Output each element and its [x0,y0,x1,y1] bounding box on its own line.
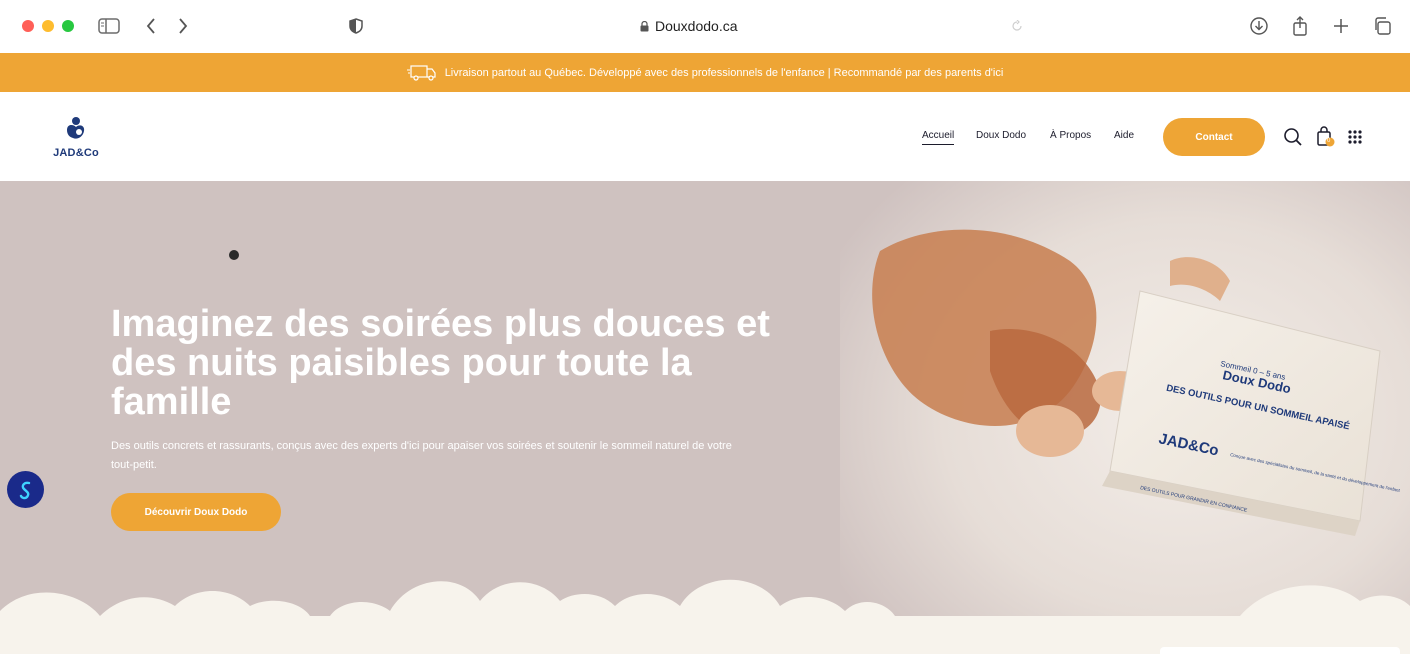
url-text: Douxdodo.ca [655,18,738,34]
discover-doux-dodo-button[interactable]: Découvrir Doux Dodo [111,493,281,531]
back-icon[interactable] [139,14,163,38]
forward-icon[interactable] [171,14,195,38]
lock-icon [640,20,649,31]
announcement-bar: Livraison partout au Québec. Développé a… [0,53,1410,92]
cart-count-badge: 0 [1327,138,1331,144]
nav-item-accueil[interactable]: Accueil [922,130,955,145]
contact-button[interactable]: Contact [1163,118,1265,156]
site-logo[interactable]: JAD&Co [44,116,108,162]
nav-item-aide[interactable]: Aide [1114,130,1134,141]
tab-overview-icon[interactable] [1370,14,1394,38]
site-header: JAD&Co Accueil Doux Dodo À Propos Aide C… [0,92,1410,181]
close-window-button[interactable] [22,20,34,32]
hero-subtitle: Des outils concrets et rassurants, conçu… [111,440,732,471]
apps-grid-icon[interactable] [1344,126,1366,148]
nav-item-a-propos[interactable]: À Propos [1050,130,1091,141]
address-bar[interactable]: Douxdodo.ca [640,16,770,36]
browser-toolbar: Douxdodo.ca [0,0,1410,54]
new-tab-icon[interactable] [1329,14,1353,38]
hero-section: Sommeil 0 – 5 ans Doux Dodo DES OUTILS P… [0,181,1410,654]
logo-text: JAD&Co [53,147,99,159]
downloads-icon[interactable] [1247,14,1271,38]
announcement-text: Livraison partout au Québec. Développé a… [444,66,1004,79]
widget-logo-icon [19,481,30,499]
share-icon[interactable] [1288,14,1312,38]
reload-icon[interactable] [1005,14,1029,38]
logo-mark-icon [67,117,85,139]
decorative-dot [229,250,239,260]
nav-item-doux-dodo[interactable]: Doux Dodo [976,130,1026,141]
cart-icon[interactable]: 0 [1314,126,1336,148]
accessibility-widget-button[interactable] [7,471,44,508]
minimize-window-button[interactable] [42,20,54,32]
decorative-clouds [0,579,1410,654]
delivery-truck-icon [406,64,436,81]
maximize-window-button[interactable] [62,20,74,32]
chat-panel-edge [1160,647,1400,654]
search-icon[interactable] [1282,126,1304,148]
privacy-shield-icon[interactable] [344,14,368,38]
hero-title: Imaginez des soirées plus douces et des … [111,303,770,423]
sidebar-toggle-icon[interactable] [97,14,121,38]
